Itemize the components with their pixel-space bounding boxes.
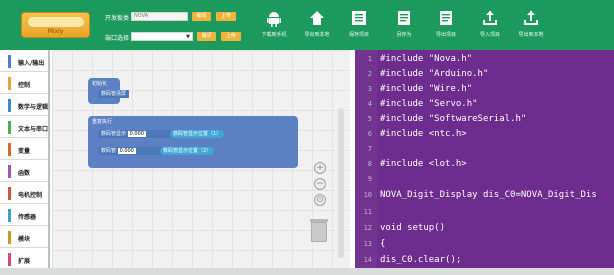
display-position-value-2[interactable]: 数码管显示位置（2） [160,147,215,155]
save-icon [352,11,366,25]
block-workspace[interactable]: 初始化 数码管清屏 重复执行 数码管显示 0.000 数码管显示位置（1） 数码… [52,50,350,268]
sidebar-item-variables[interactable]: 变量 [0,140,48,160]
download-to-phone-button[interactable]: 下载到手机 [256,9,292,41]
sidebar-item-sensors[interactable]: 传感器 [0,206,48,226]
upload-button[interactable]: 上传 [216,12,236,21]
document-icon [398,11,410,25]
sidebar-item-control[interactable]: 控制 [0,74,48,94]
top-toolbar: Mixly 开发板类 NOVA 编译 上传 端口选择 ▼ 编译 上传 下载到手机… [0,0,614,50]
sidebar-item-math[interactable]: 数学与逻辑 [0,96,48,116]
loop-block-label: 重复执行 [92,119,113,125]
document-icon [440,11,452,25]
sidebar-item-motor[interactable]: 电机控制 [0,184,48,204]
display-number-block-2[interactable]: 数码管 0.000 [98,147,164,155]
save-project-button[interactable]: 保存项目 [341,9,377,41]
home-icon [310,11,324,25]
serial-button[interactable]: 编译 [197,32,216,41]
setup-block-label: 初始化 [92,81,108,87]
number-field-2[interactable]: 0.000 [117,148,136,154]
sidebar-item-functions[interactable]: 函数 [0,162,48,182]
loop-block[interactable] [88,116,298,168]
port-select[interactable]: ▼ [131,32,193,41]
zoom-in-button[interactable]: + [314,162,326,174]
export-to-local-button[interactable]: 导出到本地 [513,9,549,41]
import-project-button[interactable]: 导入项目 [472,9,508,41]
clear-display-block[interactable]: 数码管清屏 [98,90,130,98]
block-category-sidebar: 输入/输出 控制 数学与逻辑 文本与串口 变量 函数 电机控制 传感器 模块 扩… [0,50,50,275]
display-position-value[interactable]: 数码管显示位置（1） [170,130,225,138]
app-logo: Mixly [21,12,90,38]
android-icon [267,12,281,27]
sidebar-item-text[interactable]: 文本与串口 [0,118,48,138]
compile-button[interactable]: 编译 [192,12,211,21]
port-label: 端口选择 [105,35,130,42]
number-field[interactable]: 0.000 [127,131,146,137]
zoom-reset-button[interactable]: ⊙ [314,194,326,206]
board-label: 开发板类 [105,15,130,22]
monitor-button[interactable]: 上传 [221,32,241,41]
sidebar-item-extensions[interactable]: 扩展 [0,250,48,270]
dropdown-arrow-icon: ▼ [186,34,190,40]
workspace-scrollbar[interactable] [338,108,344,258]
bottom-status-strip [0,268,614,275]
trash-icon[interactable] [310,219,328,242]
board-select[interactable]: NOVA [131,12,188,21]
export-local-button[interactable]: 导出到本地 [299,9,335,41]
upload-icon [483,11,497,25]
zoom-out-button[interactable]: − [314,178,326,190]
sidebar-item-io[interactable]: 输入/输出 [0,52,48,72]
code-preview-panel: 1 #include "Nova.h" 2 #include "Arduino.h"… [355,50,614,268]
export-project-button[interactable]: 导出项目 [428,9,464,41]
save-as-button[interactable]: 另存为 [386,9,422,41]
sidebar-item-modules[interactable]: 模块 [0,228,48,248]
upload-icon [524,11,538,25]
